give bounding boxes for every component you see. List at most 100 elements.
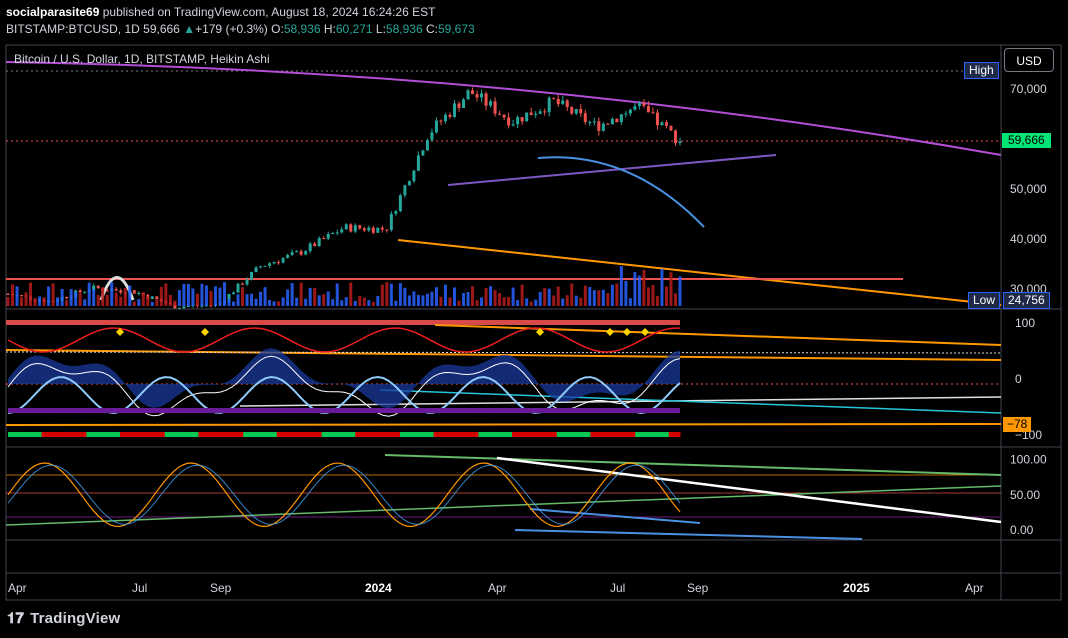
signal-strip-segment bbox=[52, 432, 65, 437]
signal-strip-segment bbox=[120, 432, 132, 437]
volume-bar bbox=[344, 297, 348, 306]
volume-bar bbox=[362, 297, 366, 306]
volume-bar bbox=[268, 299, 272, 306]
candle-body bbox=[574, 108, 578, 114]
osc-dotted-line bbox=[5, 351, 1002, 354]
candle-body bbox=[344, 224, 348, 230]
candle-body bbox=[502, 114, 506, 118]
volume-bar bbox=[673, 293, 677, 306]
candle-body bbox=[624, 113, 628, 115]
signal-strip-segment bbox=[108, 432, 121, 437]
signal-strip-segment bbox=[657, 432, 670, 437]
candle-body bbox=[579, 108, 583, 114]
candle-body bbox=[489, 101, 493, 106]
volume-bar bbox=[250, 293, 254, 306]
candle-body bbox=[119, 290, 123, 293]
volume-bar bbox=[471, 286, 475, 306]
signal-strip-segment bbox=[41, 432, 54, 437]
candle-body bbox=[655, 112, 659, 126]
volume-bar bbox=[6, 297, 10, 306]
signal-strip-segment bbox=[288, 432, 300, 437]
volume-bar bbox=[277, 301, 281, 306]
volume-bar bbox=[579, 297, 583, 306]
volume-bar bbox=[615, 283, 619, 306]
signal-strip-segment bbox=[209, 432, 222, 437]
candle-body bbox=[565, 100, 569, 108]
candle-body bbox=[416, 155, 420, 171]
volume-bar bbox=[358, 295, 362, 306]
candle-body bbox=[498, 113, 502, 115]
signal-strip-segment bbox=[265, 432, 278, 437]
candle-body bbox=[525, 112, 529, 122]
signal-strip-segment bbox=[478, 432, 491, 437]
volume-bar bbox=[434, 287, 438, 306]
signal-strip-segment bbox=[198, 432, 211, 437]
volume-bar bbox=[642, 270, 646, 306]
volume-bar bbox=[376, 295, 380, 306]
volume-bar bbox=[137, 299, 141, 306]
candle-body bbox=[326, 233, 330, 239]
tradingview-logo[interactable]: 𝟏𝟕 TradingView bbox=[7, 610, 120, 627]
volume-bar bbox=[281, 297, 285, 306]
candle-body bbox=[493, 101, 497, 114]
candle-body bbox=[669, 125, 673, 131]
volume-bar bbox=[507, 297, 511, 306]
candle-body bbox=[385, 229, 389, 231]
volume-bar bbox=[452, 287, 456, 306]
candle-body bbox=[583, 113, 587, 123]
stoch-green-line-1 bbox=[384, 454, 1002, 476]
volume-bar bbox=[516, 300, 520, 306]
volume-bar bbox=[389, 283, 393, 306]
volume-bar bbox=[489, 286, 493, 306]
candle-body bbox=[259, 266, 263, 268]
volume-bar bbox=[583, 285, 587, 306]
candle-body bbox=[150, 296, 154, 299]
osc-area bbox=[7, 327, 681, 417]
volume-bar bbox=[498, 293, 502, 306]
signal-strip-segment bbox=[97, 432, 110, 437]
candle-body bbox=[299, 251, 303, 255]
signal-strip-segment bbox=[64, 432, 76, 437]
currency-button[interactable]: USD bbox=[1004, 48, 1054, 72]
candle-body bbox=[335, 232, 339, 234]
candle-body bbox=[371, 227, 375, 233]
volume-bar bbox=[570, 283, 574, 306]
volume-bar bbox=[439, 296, 443, 306]
volume-bar bbox=[259, 291, 263, 306]
signal-strip-segment bbox=[366, 432, 379, 437]
volume-bar bbox=[543, 288, 547, 306]
signal-strip-segment bbox=[635, 432, 647, 437]
volume-bar bbox=[173, 300, 177, 306]
signal-strip-segment bbox=[355, 432, 367, 437]
candle-body bbox=[452, 103, 456, 117]
candle-body bbox=[182, 306, 186, 309]
candle-body bbox=[268, 263, 272, 266]
candle-body bbox=[507, 117, 511, 126]
volume-bar bbox=[74, 292, 78, 306]
volume-bar bbox=[308, 287, 312, 306]
volume-bar bbox=[561, 298, 565, 306]
candle-body bbox=[20, 295, 24, 297]
signal-strip-segment bbox=[86, 432, 99, 437]
candle-body bbox=[471, 90, 475, 95]
volume-bar bbox=[110, 282, 114, 306]
volume-bar bbox=[380, 284, 384, 306]
volume-bar bbox=[556, 286, 560, 306]
candle-body bbox=[250, 272, 254, 280]
signal-strip-segment bbox=[30, 432, 43, 437]
volume-bar bbox=[637, 275, 641, 306]
volume-bar bbox=[290, 283, 294, 306]
diamond-marker bbox=[201, 328, 209, 336]
candle-body bbox=[286, 254, 290, 258]
volume-bar bbox=[646, 287, 650, 306]
volume-bar bbox=[317, 295, 321, 306]
volume-bar bbox=[619, 266, 623, 306]
purple-trendline bbox=[447, 154, 777, 186]
candle-body bbox=[480, 93, 484, 98]
chart-canvas[interactable]: 70,00060,00050,00040,00030,0001000−10010… bbox=[0, 0, 1068, 638]
candle-body bbox=[114, 289, 118, 291]
volume-bar bbox=[547, 288, 551, 306]
signal-strip-segment bbox=[19, 432, 31, 437]
candle-body bbox=[610, 118, 614, 125]
diamond-marker bbox=[606, 328, 614, 336]
